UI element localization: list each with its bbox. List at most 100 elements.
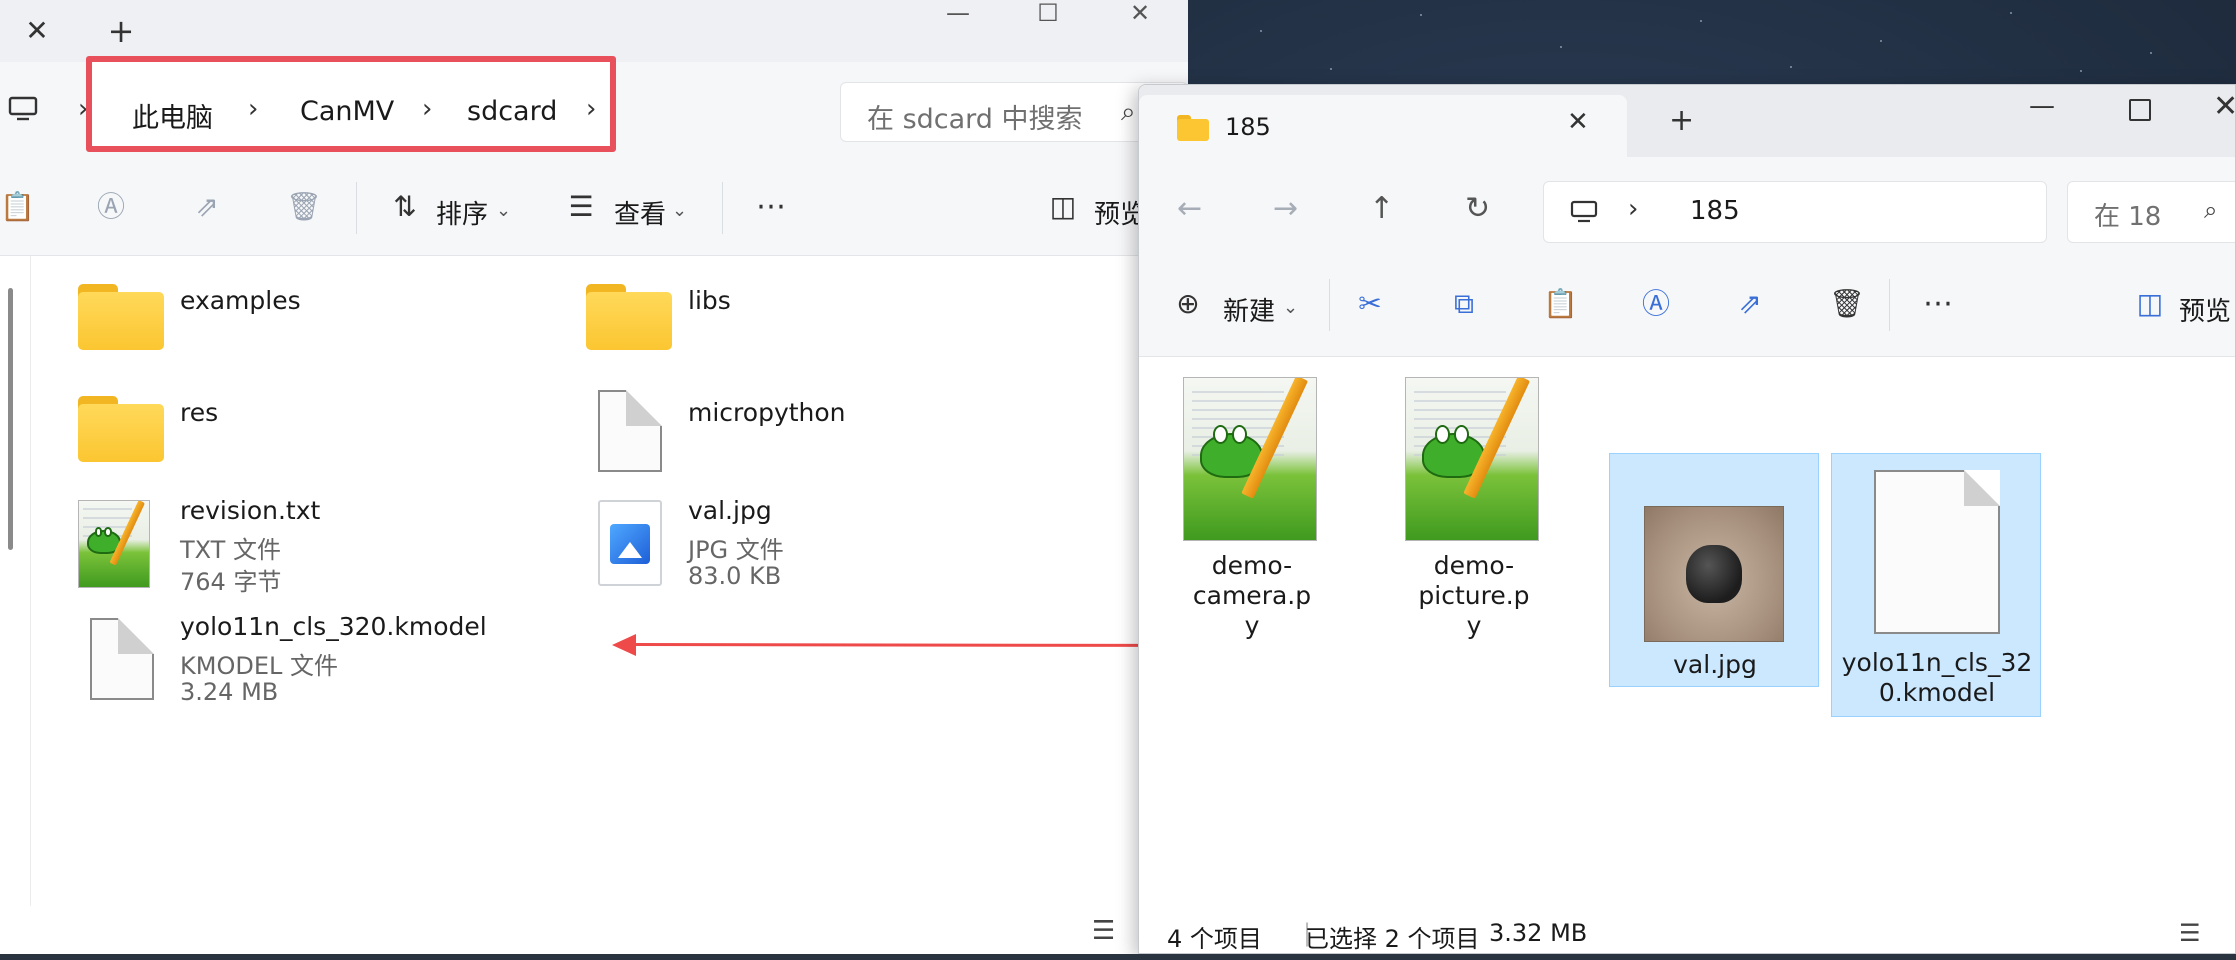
share-icon[interactable]: ⇗ (1733, 287, 1767, 321)
file-explorer-window-sdcard: ✕ + — ☐ ✕ › 此电脑 › CanMV › sdcard › 在 sdc… (0, 0, 1188, 960)
paste-icon[interactable]: 📋 (1543, 287, 1578, 321)
details-view-icon[interactable]: ☰ (2179, 919, 2201, 947)
view-icon[interactable]: ☰ (564, 190, 598, 224)
address-bar[interactable]: › 185 (1543, 181, 2047, 243)
folder-icon (78, 396, 164, 462)
search-input[interactable]: 在 sdcard 中搜索 ⌕ (840, 82, 1188, 142)
forward-arrow-icon[interactable]: → (1273, 191, 1298, 226)
command-bar: 📋 Ⓐ ⇗ 🗑 ⇅ 排序 ⌄ ☰ 查看 ⌄ ⋯ ◫ 预览 (0, 160, 1188, 256)
file-icon (90, 618, 154, 700)
new-icon[interactable]: ⊕ (1171, 287, 1205, 321)
breadcrumb[interactable]: 此电脑 › CanMV › sdcard › (86, 56, 616, 152)
paste-icon[interactable]: 📋 (0, 190, 35, 224)
chevron-right-icon[interactable]: › (586, 94, 596, 124)
computer-icon (1570, 200, 1598, 223)
close-tab-icon[interactable]: ✕ (1567, 107, 1589, 137)
cut-icon[interactable]: ✂ (1353, 287, 1387, 321)
item-name: libs (688, 286, 731, 315)
selected-grid-item[interactable]: yolo11n_cls_32 0.kmodel (1831, 453, 2041, 717)
minimize-icon[interactable]: — (928, 0, 988, 30)
notepad-plus-plus-icon (1405, 377, 1539, 541)
details-view-icon[interactable]: ☰ (1092, 916, 1115, 946)
item-size: 3.24 MB (180, 678, 279, 706)
more-options-icon[interactable]: ⋯ (754, 190, 788, 224)
preview-button[interactable]: 预览 (2179, 291, 2231, 328)
folder-icon (586, 284, 672, 350)
chevron-down-icon[interactable]: ⌄ (496, 200, 511, 221)
sort-button[interactable]: 排序 (436, 194, 488, 231)
selected-size: 3.32 MB (1489, 919, 1588, 947)
new-button[interactable]: 新建 (1223, 291, 1275, 328)
folder-icon (78, 284, 164, 350)
item-name: yolo11n_cls_320.kmodel (1841, 648, 2033, 707)
preview-pane-icon[interactable]: ◫ (2133, 287, 2167, 321)
delete-icon[interactable]: 🗑 (1829, 287, 1865, 321)
item-name: val.jpg (688, 496, 772, 525)
image-thumbnail (1644, 506, 1784, 642)
refresh-icon[interactable]: ↻ (1465, 191, 1490, 226)
chevron-down-icon[interactable]: ⌄ (672, 200, 687, 221)
item-name: yolo11n_cls_320.kmodel (180, 612, 487, 641)
tab-bar: 185 ✕ + — ✕ (1139, 85, 2235, 157)
tab-bar: ✕ + — ☐ ✕ (0, 0, 1188, 62)
item-name: micropython (688, 398, 846, 427)
toolbar-divider (1889, 279, 1890, 331)
tab-185[interactable]: 185 ✕ (1139, 95, 1627, 157)
chevron-right-icon[interactable]: › (1628, 194, 1638, 224)
computer-icon[interactable] (8, 96, 38, 122)
item-type: JPG 文件 (688, 536, 784, 564)
tab-title: 185 (1225, 113, 1271, 141)
breadcrumb-sdcard[interactable]: sdcard (467, 96, 557, 127)
scrollbar-thumb[interactable] (8, 288, 13, 550)
item-name: val.jpg (1673, 650, 1757, 679)
search-icon: ⌕ (2204, 196, 2218, 224)
item-name: demo-camera.p y (1192, 551, 1312, 640)
close-tab-icon[interactable]: ✕ (20, 14, 54, 48)
file-icon (1874, 470, 2000, 634)
preview-pane-icon[interactable]: ◫ (1046, 190, 1080, 224)
close-window-icon[interactable]: ✕ (1110, 0, 1170, 30)
selected-grid-item[interactable]: val.jpg (1609, 453, 1819, 687)
notepad-plus-plus-icon (78, 500, 150, 588)
item-name: res (180, 398, 219, 427)
delete-icon[interactable]: 🗑 (286, 190, 322, 224)
scrollbar-track (30, 256, 31, 906)
item-name: demo-picture.p y (1418, 551, 1530, 640)
selected-count: 已选择 2 个项目 (1305, 925, 1480, 953)
search-placeholder: 在 18 (2094, 202, 2162, 232)
image-file-icon (598, 500, 662, 586)
new-tab-icon[interactable]: + (1669, 103, 1694, 138)
view-button[interactable]: 查看 (614, 194, 666, 231)
file-grid: demo-camera.p y demo-picture.p y val.jpg y… (1139, 357, 2235, 905)
up-arrow-icon[interactable]: ↑ (1369, 191, 1394, 226)
back-arrow-icon[interactable]: ← (1177, 191, 1202, 226)
item-size: 83.0 KB (688, 562, 782, 590)
item-size: 764 字节 (180, 568, 282, 596)
taskbar-edge (0, 954, 2236, 960)
breadcrumb-this-pc[interactable]: 此电脑 (132, 96, 213, 135)
chevron-right-icon[interactable]: › (422, 94, 432, 124)
breadcrumb-canmv[interactable]: CanMV (300, 96, 394, 127)
minimize-icon[interactable]: — (2029, 91, 2055, 121)
new-tab-icon[interactable]: + (104, 14, 138, 48)
maximize-icon[interactable] (2129, 99, 2151, 121)
share-icon[interactable]: ⇗ (190, 190, 224, 224)
toolbar-divider (356, 182, 357, 234)
folder-icon (1177, 115, 1209, 141)
drag-arrow-head (612, 634, 636, 656)
command-bar: ⊕ 新建 ⌄ ✂ ⧉ 📋 Ⓐ ⇗ 🗑 ⋯ ◫ 预览 (1139, 257, 2235, 357)
item-type: TXT 文件 (180, 536, 281, 564)
rename-icon[interactable]: Ⓐ (1639, 287, 1673, 321)
rename-icon[interactable]: Ⓐ (94, 190, 128, 224)
file-explorer-window-185: 185 ✕ + — ✕ ← → ↑ ↻ › 185 在 18 ⌕ ⊕ 新建 ⌄ … (1138, 84, 2236, 954)
close-window-icon[interactable]: ✕ (2213, 89, 2235, 124)
search-input[interactable]: 在 18 ⌕ (2067, 181, 2235, 243)
chevron-down-icon[interactable]: ⌄ (1283, 297, 1298, 318)
more-options-icon[interactable]: ⋯ (1921, 287, 1955, 321)
sort-icon[interactable]: ⇅ (388, 190, 422, 224)
copy-icon[interactable]: ⧉ (1447, 287, 1481, 321)
search-placeholder: 在 sdcard 中搜索 (867, 104, 1083, 135)
chevron-right-icon[interactable]: › (248, 94, 258, 124)
item-count: 4 个项目 (1167, 925, 1262, 953)
maximize-icon[interactable]: ☐ (1018, 0, 1078, 30)
